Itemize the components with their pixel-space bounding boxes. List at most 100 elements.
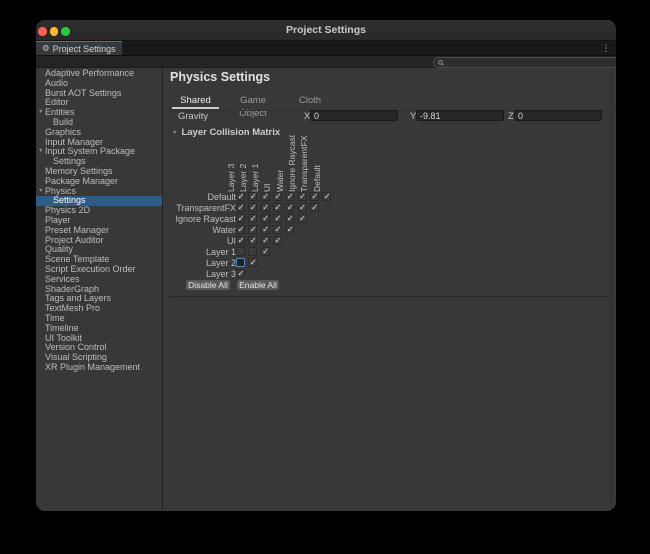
matrix-column-label-water: Water [275,170,285,192]
foldout-label: Layer Collision Matrix [181,127,280,138]
foldout-triangle-icon[interactable]: ▼ [38,147,43,157]
matrix-row-label-ignore-raycast: Ignore Raycast [126,214,236,224]
foldout-triangle-icon[interactable]: ▼ [38,187,43,197]
collision-checkbox-ignore-raycast-ui[interactable]: ✓ [273,214,282,223]
check-icon: ✓ [287,192,294,201]
collision-checkbox-default-ui[interactable]: ✓ [273,192,282,201]
gravity-y-field[interactable] [416,110,504,121]
check-icon: ✓ [287,225,294,234]
collision-checkbox-water-layer-2[interactable]: ✓ [248,225,257,234]
check-icon: ✓ [287,203,294,212]
collision-checkbox-ignore-raycast-layer-2[interactable]: ✓ [248,214,257,223]
kebab-menu-icon[interactable]: ⋮ [600,42,612,54]
gravity-y-input[interactable] [417,111,503,121]
sidebar-item-xr-plugin-management[interactable]: XR Plugin Management [36,363,162,373]
check-icon: ✓ [238,214,245,223]
collision-checkbox-default-transparentfx[interactable]: ✓ [310,192,319,201]
collision-checkbox-default-layer-1[interactable]: ✓ [261,192,270,201]
check-icon: ✓ [238,203,245,212]
check-icon: ✓ [287,214,294,223]
matrix-column-label-ignore-raycast: Ignore Raycast [287,135,297,192]
check-icon: ✓ [299,192,306,201]
collision-checkbox-layer-2-layer-2[interactable]: ✓ [248,258,257,267]
gravity-z-field[interactable] [514,110,602,121]
check-icon: ✓ [274,203,281,212]
page-title: Physics Settings [170,70,270,84]
collision-checkbox-ignore-raycast-layer-1[interactable]: ✓ [261,214,270,223]
foldout-triangle-icon: ▼ [172,130,177,136]
gravity-x-field[interactable] [310,110,398,121]
check-icon: ✓ [250,214,257,223]
enable-all-button[interactable]: Enable All [236,279,280,291]
collision-checkbox-transparentfx-ui[interactable]: ✓ [273,203,282,212]
collision-checkbox-water-layer-3[interactable]: ✓ [236,225,245,234]
collision-checkbox-layer-3-layer-3[interactable]: ✓ [236,269,245,278]
collision-checkbox-ignore-raycast-ignore-raycast[interactable]: ✓ [298,214,307,223]
collision-checkbox-water-layer-1[interactable]: ✓ [261,225,270,234]
check-icon: ✓ [262,214,269,223]
check-icon: ✓ [250,192,257,201]
check-icon: ✓ [238,192,245,201]
check-icon: ✓ [238,236,245,245]
check-icon: ✓ [262,236,269,245]
check-icon: ✓ [262,192,269,201]
check-icon: ✓ [274,225,281,234]
matrix-row-label-layer-3: Layer 3 [126,269,236,279]
collision-checkbox-transparentfx-layer-2[interactable]: ✓ [248,203,257,212]
collision-checkbox-water-water[interactable]: ✓ [285,225,294,234]
tab-label: Project Settings [53,44,116,54]
matrix-column-label-layer-2: Layer 2 [238,164,248,192]
gravity-z-input[interactable] [515,111,601,121]
gravity-z-label: Z [508,111,514,122]
collision-checkbox-default-ignore-raycast[interactable]: ✓ [298,192,307,201]
scroll-area-edge [611,68,612,511]
collision-checkbox-ignore-raycast-water[interactable]: ✓ [285,214,294,223]
check-icon: ✓ [299,214,306,223]
collision-checkbox-default-layer-3[interactable]: ✓ [236,192,245,201]
matrix-column-label-layer-1: Layer 1 [250,164,260,192]
collision-checkbox-ui-layer-2[interactable]: ✓ [248,236,257,245]
collision-checkbox-ui-layer-3[interactable]: ✓ [236,236,245,245]
layer-collision-matrix-foldout[interactable]: ▼ Layer Collision Matrix [172,126,280,136]
collision-checkbox-transparentfx-layer-3[interactable]: ✓ [236,203,245,212]
project-settings-tab[interactable]: ⚙ Project Settings [36,41,122,55]
tab-cloth[interactable]: Cloth [288,94,332,107]
collision-checkbox-water-ui[interactable]: ✓ [273,225,282,234]
collision-checkbox-layer-1-layer-1[interactable]: ✓ [261,247,270,256]
collision-checkbox-transparentfx-water[interactable]: ✓ [285,203,294,212]
collision-checkbox-transparentfx-ignore-raycast[interactable]: ✓ [298,203,307,212]
foldout-triangle-icon[interactable]: ▼ [38,108,43,118]
check-icon: ✓ [262,225,269,234]
collision-checkbox-ui-ui[interactable]: ✓ [273,236,282,245]
check-icon: ✓ [311,203,318,212]
collision-checkbox-ui-layer-1[interactable]: ✓ [261,236,270,245]
check-icon: ✓ [274,236,281,245]
collision-checkbox-layer-1-layer-3[interactable] [236,247,245,256]
search-input[interactable] [444,59,616,67]
editor-tab-bar: ⚙ Project Settings ⋮ [36,41,616,55]
collision-checkbox-transparentfx-layer-1[interactable]: ✓ [261,203,270,212]
matrix-row-label-transparentfx: TransparentFX [126,203,236,213]
collision-checkbox-default-default[interactable]: ✓ [322,192,331,201]
collision-checkbox-ignore-raycast-layer-3[interactable]: ✓ [236,214,245,223]
gravity-x-input[interactable] [311,111,397,121]
tab-shared[interactable]: Shared [172,94,219,107]
check-icon: ✓ [324,192,331,201]
tab-game-object[interactable]: Game Object [226,94,280,107]
title-bar: Project Settings [36,20,616,41]
collision-checkbox-default-layer-2[interactable]: ✓ [248,192,257,201]
collision-checkbox-layer-1-layer-2[interactable] [248,247,257,256]
collision-checkbox-layer-2-layer-3[interactable] [236,258,245,267]
matrix-column-label-default: Default [312,165,322,192]
collision-checkbox-transparentfx-transparentfx[interactable]: ✓ [310,203,319,212]
settings-sidebar: Adaptive PerformanceAudioBurst AOT Setti… [36,68,162,511]
window-title: Project Settings [36,20,616,41]
search-field[interactable] [433,57,616,68]
check-icon: ✓ [262,203,269,212]
matrix-column-label-transparentfx: TransparentFX [299,136,309,192]
check-icon: ✓ [250,236,257,245]
gear-icon: ⚙ [42,44,50,53]
collision-checkbox-default-water[interactable]: ✓ [285,192,294,201]
project-settings-window: Project Settings ⚙ Project Settings ⋮ Ad… [36,20,616,511]
disable-all-button[interactable]: Disable All [185,279,231,291]
